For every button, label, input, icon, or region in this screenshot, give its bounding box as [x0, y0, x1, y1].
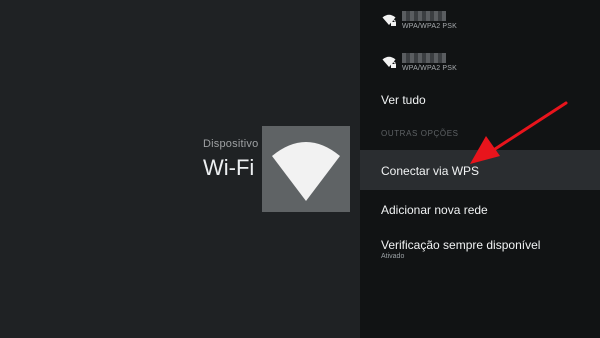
other-options-header: OUTRAS OPÇÕES: [381, 129, 459, 138]
network-row[interactable]: WPA/WPA2 PSK: [360, 4, 600, 48]
wifi-lock-icon: [382, 56, 396, 68]
always-scan-status: Ativado: [381, 253, 405, 260]
wifi-tile: [262, 126, 350, 212]
add-network-button[interactable]: Adicionar nova rede: [360, 192, 600, 228]
network-security: WPA/WPA2 PSK: [402, 65, 458, 72]
always-scan-toggle[interactable]: Verificação sempre disponível Ativado: [360, 230, 600, 270]
always-scan-label: Verificação sempre disponível: [381, 238, 541, 252]
add-network-label: Adicionar nova rede: [381, 203, 488, 217]
see-all-button[interactable]: Ver tudo: [360, 86, 600, 114]
wifi-icon: [272, 142, 340, 201]
section-label: Dispositivo: [203, 138, 259, 150]
section-title: Wi-Fi: [203, 155, 255, 180]
connect-wps-button[interactable]: Conectar via WPS: [360, 150, 600, 190]
network-security: WPA/WPA2 PSK: [402, 23, 458, 30]
network-name-redacted: [402, 53, 446, 63]
settings-panel: WPA/WPA2 PSK WPA/WPA2 PSK Ver tudo OUTRA…: [360, 0, 600, 338]
left-pane: Dispositivo Wi-Fi: [0, 0, 360, 338]
network-name-redacted: [402, 11, 446, 21]
connect-wps-label: Conectar via WPS: [381, 164, 480, 178]
wifi-lock-icon: [382, 14, 396, 26]
see-all-label: Ver tudo: [381, 93, 426, 107]
network-row[interactable]: WPA/WPA2 PSK: [360, 46, 600, 90]
tv-settings-screen: Dispositivo Wi-Fi WPA/WPA2 PSK WPA/WPA2 …: [0, 0, 600, 338]
